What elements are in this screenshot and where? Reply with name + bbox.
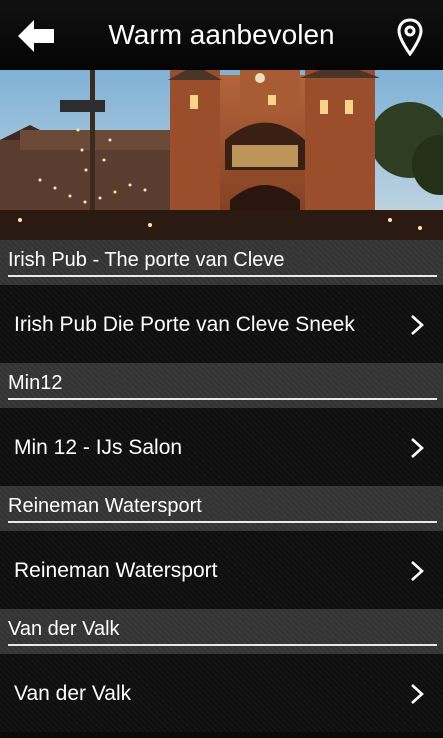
chevron-right-icon bbox=[411, 684, 424, 704]
section-header-label: Min12 bbox=[8, 372, 63, 394]
list-item-label: Reineman Watersport bbox=[14, 559, 218, 582]
section-header: Reineman Watersport bbox=[0, 486, 443, 531]
section-header: Van der Valk bbox=[0, 609, 443, 654]
section-divider bbox=[8, 644, 437, 646]
list-item-label: Van der Valk bbox=[14, 682, 132, 705]
section-header-label: Van der Valk bbox=[8, 618, 120, 640]
top-bar: Warm aanbevolen bbox=[0, 0, 443, 70]
chevron-right-icon bbox=[411, 561, 424, 581]
list-item-label: Irish Pub Die Porte van Cleve Sneek bbox=[14, 313, 355, 336]
list-section: Van der Valk Van der Valk bbox=[0, 609, 443, 732]
map-pin-icon[interactable] bbox=[397, 18, 423, 56]
section-header: Irish Pub - The porte van Cleve bbox=[0, 240, 443, 285]
list-item[interactable]: Irish Pub Die Porte van Cleve Sneek bbox=[0, 285, 443, 363]
chevron-right-icon bbox=[411, 315, 424, 335]
list-item[interactable]: Min 12 - IJs Salon bbox=[0, 408, 443, 486]
back-arrow-icon[interactable] bbox=[18, 20, 56, 52]
section-header-label: Irish Pub - The porte van Cleve bbox=[8, 249, 285, 271]
list-section: Irish Pub - The porte van Cleve Irish Pu… bbox=[0, 240, 443, 363]
section-header: Min12 bbox=[0, 363, 443, 408]
chevron-right-icon bbox=[411, 438, 424, 458]
list-item[interactable]: Van der Valk bbox=[0, 654, 443, 732]
hero-image bbox=[0, 70, 443, 240]
recommendation-list: Irish Pub - The porte van Cleve Irish Pu… bbox=[0, 240, 443, 732]
page-title: Warm aanbevolen bbox=[108, 19, 335, 50]
section-header-label: Reineman Watersport bbox=[8, 495, 202, 517]
list-item-label: Min 12 - IJs Salon bbox=[14, 436, 183, 459]
list-section: Min12 Min 12 - IJs Salon bbox=[0, 363, 443, 486]
section-divider bbox=[8, 275, 437, 277]
section-divider bbox=[8, 398, 437, 400]
section-divider bbox=[8, 521, 437, 523]
list-section: Reineman Watersport Reineman Watersport bbox=[0, 486, 443, 609]
list-item[interactable]: Reineman Watersport bbox=[0, 531, 443, 609]
town-gate-picture bbox=[0, 70, 443, 240]
